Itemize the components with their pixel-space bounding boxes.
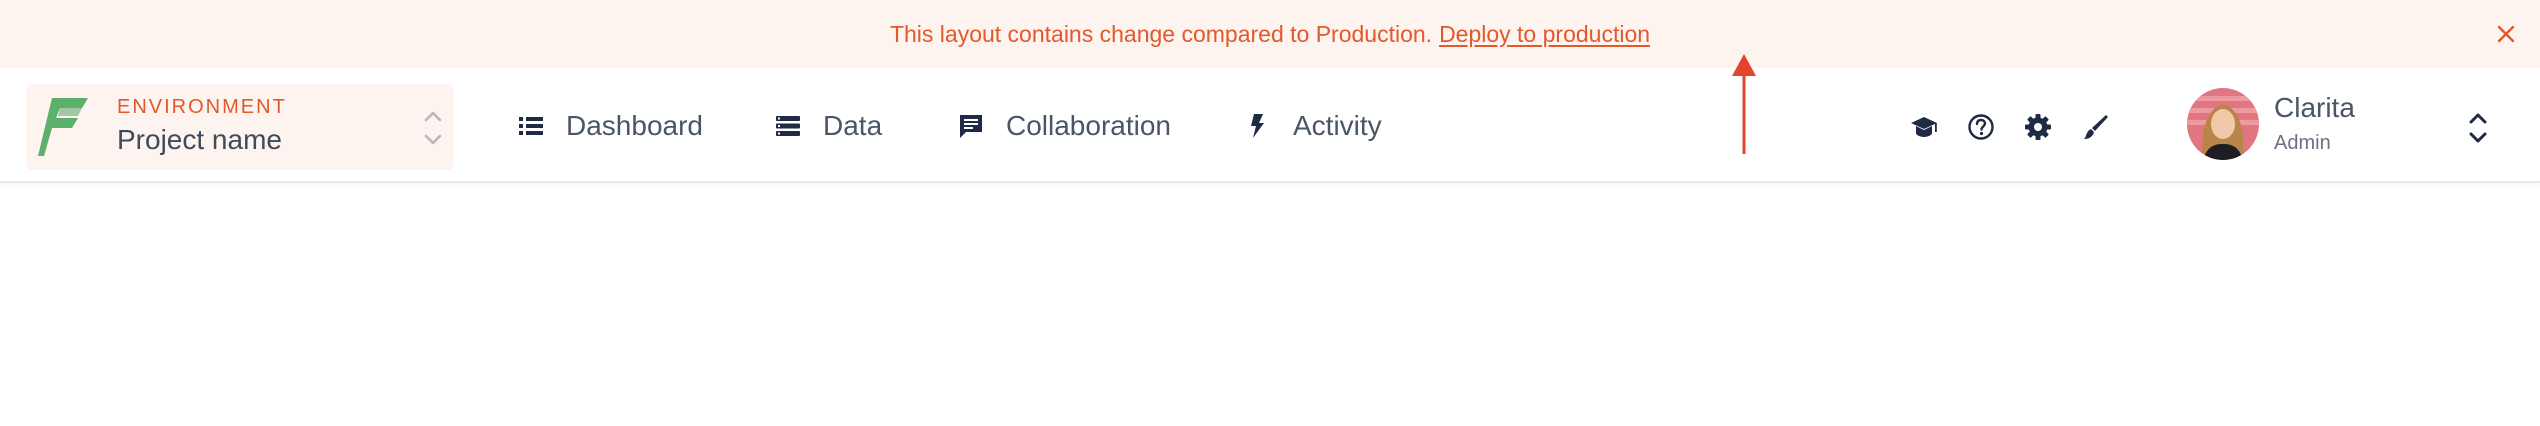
- avatar: [2187, 88, 2259, 160]
- nav-data-label: Data: [823, 109, 883, 141]
- environment-label: ENVIRONMENT: [117, 96, 287, 118]
- deploy-to-production-link[interactable]: Deploy to production: [1439, 21, 1650, 48]
- arrow-up-icon: [1732, 54, 1756, 154]
- close-icon[interactable]: [2494, 22, 2518, 46]
- banner-message: This layout contains change compared to …: [889, 20, 1433, 47]
- nav-dashboard-label: Dashboard: [566, 109, 703, 141]
- environment-switcher[interactable]: ENVIRONMENT Project name: [26, 84, 454, 170]
- top-header: ENVIRONMENT Project name Dashboard Data: [0, 68, 2540, 183]
- nav-activity-label: Activity: [1293, 109, 1382, 141]
- nav-data[interactable]: Data: [775, 68, 882, 183]
- nav-dashboard[interactable]: Dashboard: [518, 68, 703, 183]
- question-circle-icon[interactable]: [1967, 113, 1995, 141]
- chevron-up-down-icon[interactable]: [2464, 108, 2492, 148]
- project-name: Project name: [117, 124, 282, 155]
- nav-activity[interactable]: Activity: [1245, 68, 1382, 183]
- list-icon: [519, 116, 543, 135]
- nav-collaboration[interactable]: Collaboration: [958, 68, 1171, 183]
- user-menu[interactable]: Clarita Admin: [2185, 86, 2505, 162]
- paint-brush-icon[interactable]: [2081, 113, 2109, 141]
- database-icon: [776, 115, 800, 136]
- announcement-banner: This layout contains change compared to …: [0, 0, 2540, 68]
- gear-icon[interactable]: [2024, 113, 2052, 141]
- lightning-bolt-icon: [1251, 113, 1264, 138]
- chevron-up-down-icon: [424, 111, 442, 145]
- graduation-cap-icon[interactable]: [1910, 113, 1938, 141]
- user-role: Admin: [2274, 132, 2331, 154]
- comment-icon: [960, 114, 982, 138]
- user-name: Clarita: [2274, 92, 2355, 123]
- nav-collaboration-label: Collaboration: [1006, 109, 1171, 141]
- app-logo-icon: [38, 98, 88, 156]
